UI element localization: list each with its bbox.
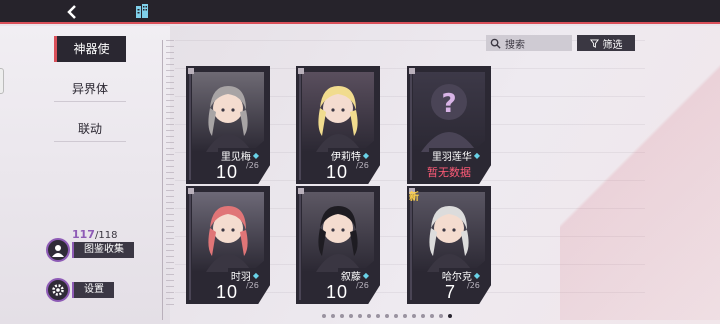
search-placeholder: 搜索 — [505, 39, 525, 51]
character-level: 10 — [326, 162, 349, 182]
character-card[interactable]: ? 里羽莲华 ◆ 暂无数据 — [407, 66, 491, 184]
settings-label: 设置 — [72, 282, 114, 298]
page-dot[interactable] — [421, 314, 425, 318]
character-portrait — [302, 192, 374, 272]
back-arrow-icon — [67, 5, 76, 19]
page-dot[interactable] — [394, 314, 398, 318]
page-dot[interactable] — [412, 314, 416, 318]
character-max-level: /26 — [356, 281, 369, 290]
character-level: 7 — [445, 282, 457, 302]
page-indicator — [322, 314, 452, 320]
character-level: 10 — [326, 282, 349, 302]
page-dot[interactable] — [403, 314, 407, 318]
card-corner-notch — [188, 68, 194, 74]
settings-button[interactable]: 设置 — [46, 278, 114, 302]
unknown-character-silhouette: ? — [413, 72, 485, 152]
character-name: 里羽莲华 ◆ — [428, 148, 483, 163]
character-card[interactable]: 伊莉特 ◆ 10/26 — [296, 66, 380, 184]
character-level: 10 — [216, 162, 239, 182]
page-dot[interactable] — [340, 314, 344, 318]
filter-label: 筛选 — [602, 39, 623, 51]
portrait-icon — [46, 238, 70, 262]
character-level: 10 — [216, 282, 239, 302]
collection-label: 图鉴收集 — [72, 242, 134, 258]
city-button[interactable] — [134, 3, 150, 19]
background-accent — [560, 40, 720, 320]
page-dot[interactable] — [367, 314, 371, 318]
card-side-bar — [189, 70, 191, 180]
divider-line — [162, 40, 163, 320]
character-max-level: /26 — [246, 281, 259, 290]
card-side-bar — [299, 190, 301, 300]
diamond-icon: ◆ — [252, 271, 259, 280]
character-portrait — [192, 192, 264, 272]
page-dot[interactable] — [430, 314, 434, 318]
character-card[interactable]: 叙藤 ◆ 10/26 — [296, 186, 380, 304]
page-dot[interactable] — [331, 314, 335, 318]
collection-button[interactable]: 图鉴收集 — [46, 238, 134, 262]
character-portrait — [302, 72, 374, 152]
character-portrait — [192, 72, 264, 152]
card-corner-notch — [298, 68, 304, 74]
no-data-label: 暂无数据 — [427, 166, 471, 179]
card-corner-notch — [188, 188, 194, 194]
card-corner-notch — [298, 188, 304, 194]
character-max-level: /26 — [467, 281, 480, 290]
diamond-icon: ◆ — [252, 151, 259, 160]
diamond-icon: ◆ — [362, 271, 369, 280]
search-icon — [490, 38, 501, 49]
filter-icon — [589, 38, 599, 48]
diamond-icon: ◆ — [473, 271, 480, 280]
filter-button[interactable]: 筛选 — [577, 35, 635, 51]
diamond-icon: ◆ — [362, 151, 369, 160]
character-card[interactable]: 时羽 ◆ 10/26 — [186, 186, 270, 304]
page-dot[interactable] — [385, 314, 389, 318]
card-side-bar — [410, 190, 412, 300]
card-corner-notch — [409, 68, 415, 74]
page-dot[interactable] — [322, 314, 326, 318]
page-dot[interactable] — [376, 314, 380, 318]
diamond-icon: ◆ — [473, 151, 480, 160]
character-max-level: /26 — [246, 161, 259, 170]
building-icon — [136, 4, 148, 18]
ruler-ticks — [166, 40, 174, 310]
character-name-text: 里羽莲华 — [431, 152, 472, 163]
card-side-bar — [299, 70, 301, 180]
svg-text:?: ? — [441, 89, 456, 119]
tab-collab[interactable]: 联动 — [54, 116, 126, 142]
gear-icon — [46, 278, 70, 302]
page-dot[interactable] — [349, 314, 353, 318]
page-dot[interactable] — [448, 314, 452, 318]
edge-handle[interactable] — [0, 68, 4, 94]
card-side-bar — [189, 190, 191, 300]
character-card[interactable]: 新哈尔克 ◆ 7/26 — [407, 186, 491, 304]
page-dot[interactable] — [439, 314, 443, 318]
search-input[interactable]: 搜索 — [486, 35, 572, 51]
back-button[interactable] — [62, 2, 82, 22]
character-card[interactable]: 里见梅 ◆ 10/26 — [186, 66, 270, 184]
tab-artifact-users[interactable]: 神器使 — [54, 36, 126, 62]
page-dot[interactable] — [358, 314, 362, 318]
character-portrait — [413, 192, 485, 272]
top-bar — [0, 0, 720, 24]
new-badge: 新 — [409, 192, 419, 203]
tab-otherworld[interactable]: 异界体 — [54, 76, 126, 102]
character-max-level: /26 — [356, 161, 369, 170]
